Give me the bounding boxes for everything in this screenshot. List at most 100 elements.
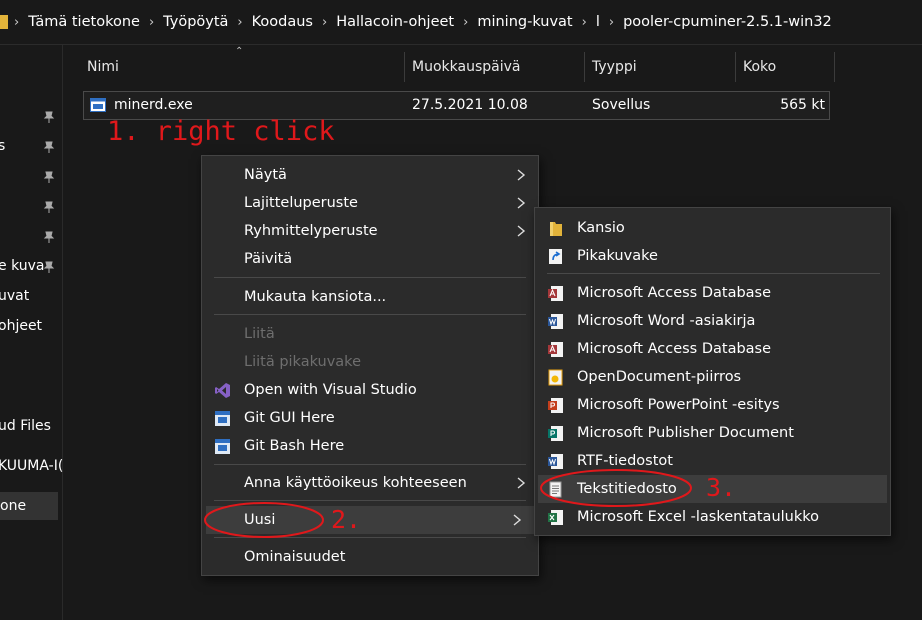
column-header-size[interactable]: Koko [743,52,776,82]
rtf-document-icon [548,454,563,469]
navigation-pane[interactable]: s e kuva uvat ohjeet ud Files KUUMA-I( o… [0,45,63,620]
chevron-right-icon[interactable]: › [149,15,154,30]
annotation-step1: 1. right click [107,116,335,147]
chevron-right-icon[interactable]: › [463,15,468,30]
submenu-item-label: Microsoft Access Database [577,285,772,301]
file-modified: 27.5.2021 10.08 [412,97,528,113]
column-header-type[interactable]: Tyyppi [592,52,637,82]
menu-item-label: Open with Visual Studio [244,382,417,398]
address-bar[interactable]: › Tämä tietokone › Työpöytä › Koodaus › … [0,0,922,45]
submenu-item-label: Microsoft PowerPoint -esitys [577,397,780,413]
submenu-item-folder[interactable]: Kansio [535,214,890,242]
chevron-right-icon[interactable]: › [14,15,19,30]
breadcrumb-pooler[interactable]: pooler-cpuminer-2.5.1-win32 [623,14,832,30]
pin-icon[interactable] [42,200,56,214]
menu-item-label: Ominaisuudet [244,549,346,565]
pin-icon[interactable] [42,110,56,124]
breadcrumb-desktop[interactable]: Työpöytä [163,14,228,30]
menu-item-label: Mukauta kansiota... [244,289,387,305]
menu-item-git-gui[interactable]: Git GUI Here [202,404,538,432]
menu-item-open-with-visual-studio[interactable]: Open with Visual Studio [202,376,538,404]
menu-item-label: Git GUI Here [244,410,335,426]
sidebar-item-1[interactable]: s [0,138,5,154]
breadcrumb: › Tämä tietokone › Työpöytä › Koodaus › … [0,0,832,44]
chevron-right-icon [517,225,526,237]
submenu-item-publisher[interactable]: Microsoft Publisher Document [535,419,890,447]
menu-item-new[interactable]: Uusi [206,506,534,534]
menu-item-properties[interactable]: Ominaisuudet [202,543,538,571]
submenu-item-word-document[interactable]: Microsoft Word -asiakirja [535,307,890,335]
chevron-right-icon [517,169,526,181]
sidebar-item-3[interactable]: uvat [0,288,29,304]
chevron-right-icon[interactable]: › [609,15,614,30]
menu-item-label: Uusi [244,512,276,528]
submenu-item-powerpoint[interactable]: Microsoft PowerPoint -esitys [535,391,890,419]
sidebar-item-drive[interactable]: KUUMA-I( [0,458,63,474]
menu-item-label: Näytä [244,167,287,183]
folder-icon [0,15,8,29]
menu-item-sort-by[interactable]: Lajitteluperuste [202,189,538,217]
menu-item-give-access[interactable]: Anna käyttöoikeus kohteeseen [202,469,538,497]
menu-item-label: Git Bash Here [244,438,345,454]
column-divider[interactable] [584,52,585,82]
menu-item-refresh[interactable]: Päivitä [202,245,538,273]
submenu-item-label: Pikakuvake [577,248,658,264]
pin-icon[interactable] [42,230,56,244]
chevron-right-icon[interactable]: › [582,15,587,30]
menu-item-git-bash[interactable]: Git Bash Here [202,432,538,460]
menu-item-paste-shortcut[interactable]: Liitä pikakuvake [202,348,538,376]
menu-separator [214,500,526,501]
menu-item-label: Päivitä [244,251,293,267]
submenu-item-label: Microsoft Publisher Document [577,425,794,441]
menu-item-view[interactable]: Näytä [202,161,538,189]
breadcrumb-hallacoin[interactable]: Hallacoin-ohjeet [336,14,454,30]
text-document-icon [549,481,562,498]
chevron-right-icon[interactable]: › [322,15,327,30]
menu-item-paste[interactable]: Liitä [202,320,538,348]
menu-item-label: Liitä [244,326,275,342]
submenu-item-label: Microsoft Access Database [577,341,772,357]
submenu-item-opendocument-drawing[interactable]: OpenDocument-piirros [535,363,890,391]
column-header-name[interactable]: Nimi [87,52,119,82]
submenu-item-excel[interactable]: Microsoft Excel -laskentataulukko [535,503,890,531]
menu-item-customize-folder[interactable]: Mukauta kansiota... [202,283,538,311]
menu-item-group-by[interactable]: Ryhmittelyperuste [202,217,538,245]
menu-item-label: Ryhmittelyperuste [244,223,378,239]
chevron-right-icon [517,477,526,489]
submenu-item-label: OpenDocument-piirros [577,369,742,385]
breadcrumb-mining-kuvat[interactable]: mining-kuvat [477,14,572,30]
publisher-icon [548,426,563,441]
submenu-item-label: Tekstitiedosto [577,481,677,497]
menu-separator [547,273,880,274]
git-icon [215,439,230,454]
column-header-modified[interactable]: Muokkauspäivä [412,52,520,82]
sidebar-item-selected[interactable]: one [0,492,58,520]
submenu-item-shortcut[interactable]: Pikakuvake [535,242,890,270]
breadcrumb-l[interactable]: l [596,14,600,30]
column-divider[interactable] [404,52,405,82]
pin-icon[interactable] [42,170,56,184]
breadcrumb-koodaus[interactable]: Koodaus [252,14,313,30]
chevron-right-icon [513,514,522,526]
sidebar-item-4[interactable]: ohjeet [0,318,42,334]
chevron-right-icon[interactable]: › [237,15,242,30]
shortcut-icon [549,249,562,264]
access-icon [548,342,563,357]
access-icon [548,286,563,301]
breadcrumb-this-pc[interactable]: Tämä tietokone [28,14,140,30]
context-menu[interactable]: Näytä Lajitteluperuste Ryhmittelyperuste… [201,155,539,576]
sidebar-item-2[interactable]: e kuva [0,258,44,274]
submenu-item-rtf[interactable]: RTF-tiedostot [535,447,890,475]
submenu-item-access-database-2[interactable]: Microsoft Access Database [535,335,890,363]
menu-item-label: Anna käyttöoikeus kohteeseen [244,475,467,491]
submenu-item-label: RTF-tiedostot [577,453,673,469]
opendocument-drawing-icon [548,369,563,386]
pin-icon[interactable] [42,140,56,154]
pin-icon[interactable] [42,260,56,274]
column-divider[interactable] [735,52,736,82]
submenu-item-access-database[interactable]: Microsoft Access Database [535,279,890,307]
submenu-item-label: Microsoft Excel -laskentataulukko [577,509,820,525]
column-divider[interactable] [834,52,835,82]
sidebar-item-cloud-files[interactable]: ud Files [0,418,51,434]
word-icon [548,314,563,329]
